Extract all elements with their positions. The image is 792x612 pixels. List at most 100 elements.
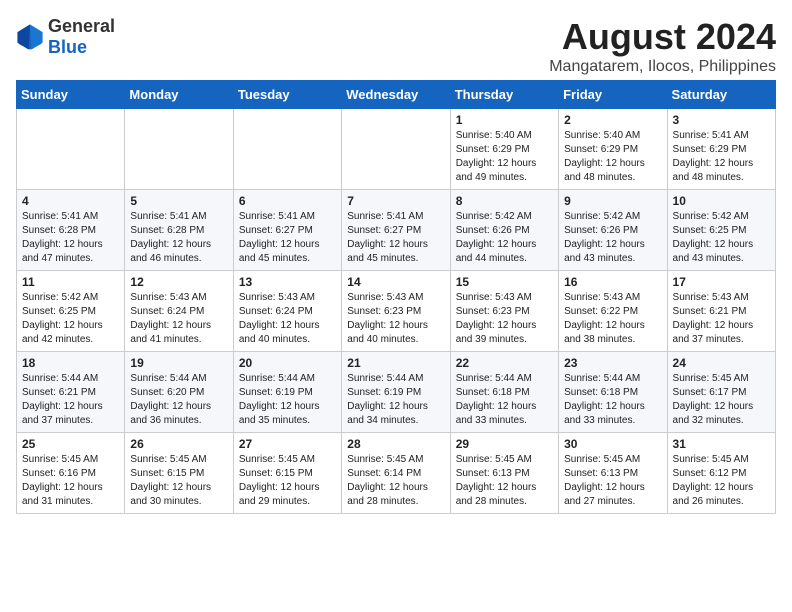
day-info: Sunrise: 5:41 AM Sunset: 6:29 PM Dayligh…: [673, 129, 770, 185]
day-info: Sunrise: 5:44 AM Sunset: 6:18 PM Dayligh…: [564, 372, 661, 428]
calendar-cell: 9Sunrise: 5:42 AM Sunset: 6:26 PM Daylig…: [559, 190, 667, 271]
calendar-week-row: 11 Sunrise: 5:42 AM Sunset: 6:25 PM Dayli…: [17, 271, 776, 352]
day-header-sunday: Sunday: [17, 81, 125, 109]
day-number: 25: [22, 437, 119, 451]
calendar-cell: 1 Sunrise: 5:40 AM Sunset: 6:29 PM Daylig…: [450, 109, 558, 190]
calendar-cell: 20Sunrise: 5:44 AM Sunset: 6:19 PM Dayli…: [233, 352, 341, 433]
day-info: Sunrise: 5:44 AM Sunset: 6:18 PM Dayligh…: [456, 372, 553, 428]
day-number: 8: [456, 194, 553, 208]
day-info: Sunrise: 5:41 AM Sunset: 6:27 PM Dayligh…: [239, 210, 336, 266]
calendar-cell: 18 Sunrise: 5:44 AM Sunset: 6:21 PM Dayli…: [17, 352, 125, 433]
calendar-cell: 31 Sunrise: 5:45 AM Sunset: 6:12 PM Dayli…: [667, 433, 775, 514]
logo-blue: Blue: [48, 37, 87, 57]
calendar-cell: 11 Sunrise: 5:42 AM Sunset: 6:25 PM Dayli…: [17, 271, 125, 352]
day-number: 5: [130, 194, 227, 208]
logo-icon: [16, 23, 44, 51]
day-number: 1: [456, 113, 553, 127]
calendar-cell: 5Sunrise: 5:41 AM Sunset: 6:28 PM Daylig…: [125, 190, 233, 271]
day-info: Sunrise: 5:43 AM Sunset: 6:21 PM Dayligh…: [673, 291, 770, 347]
calendar-cell: 22 Sunrise: 5:44 AM Sunset: 6:18 PM Dayli…: [450, 352, 558, 433]
calendar-week-row: 4Sunrise: 5:41 AM Sunset: 6:28 PM Daylig…: [17, 190, 776, 271]
day-info: Sunrise: 5:43 AM Sunset: 6:23 PM Dayligh…: [347, 291, 444, 347]
day-info: Sunrise: 5:43 AM Sunset: 6:24 PM Dayligh…: [239, 291, 336, 347]
calendar-cell: 24 Sunrise: 5:45 AM Sunset: 6:17 PM Dayli…: [667, 352, 775, 433]
day-header-tuesday: Tuesday: [233, 81, 341, 109]
calendar-week-row: 25 Sunrise: 5:45 AM Sunset: 6:16 PM Dayli…: [17, 433, 776, 514]
day-info: Sunrise: 5:42 AM Sunset: 6:26 PM Dayligh…: [564, 210, 661, 266]
day-number: 15: [456, 275, 553, 289]
day-number: 14: [347, 275, 444, 289]
calendar-header-row: SundayMondayTuesdayWednesdayThursdayFrid…: [17, 81, 776, 109]
day-header-friday: Friday: [559, 81, 667, 109]
day-info: Sunrise: 5:45 AM Sunset: 6:15 PM Dayligh…: [130, 453, 227, 509]
day-number: 26: [130, 437, 227, 451]
day-number: 30: [564, 437, 661, 451]
day-number: 19: [130, 356, 227, 370]
day-number: 16: [564, 275, 661, 289]
day-number: 29: [456, 437, 553, 451]
day-info: Sunrise: 5:45 AM Sunset: 6:16 PM Dayligh…: [22, 453, 119, 509]
calendar-cell: 30 Sunrise: 5:45 AM Sunset: 6:13 PM Dayli…: [559, 433, 667, 514]
calendar-cell: 6 Sunrise: 5:41 AM Sunset: 6:27 PM Daylig…: [233, 190, 341, 271]
day-number: 3: [673, 113, 770, 127]
day-header-saturday: Saturday: [667, 81, 775, 109]
month-title: August 2024: [549, 16, 776, 58]
day-info: Sunrise: 5:41 AM Sunset: 6:27 PM Dayligh…: [347, 210, 444, 266]
day-number: 27: [239, 437, 336, 451]
day-info: Sunrise: 5:40 AM Sunset: 6:29 PM Dayligh…: [456, 129, 553, 185]
logo-text: General Blue: [48, 16, 115, 58]
calendar-cell: 2Sunrise: 5:40 AM Sunset: 6:29 PM Daylig…: [559, 109, 667, 190]
calendar-week-row: 18 Sunrise: 5:44 AM Sunset: 6:21 PM Dayli…: [17, 352, 776, 433]
calendar-cell: 25 Sunrise: 5:45 AM Sunset: 6:16 PM Dayli…: [17, 433, 125, 514]
day-number: 18: [22, 356, 119, 370]
day-info: Sunrise: 5:43 AM Sunset: 6:22 PM Dayligh…: [564, 291, 661, 347]
day-info: Sunrise: 5:42 AM Sunset: 6:25 PM Dayligh…: [673, 210, 770, 266]
day-number: 23: [564, 356, 661, 370]
calendar-cell: 10 Sunrise: 5:42 AM Sunset: 6:25 PM Dayli…: [667, 190, 775, 271]
day-info: Sunrise: 5:45 AM Sunset: 6:17 PM Dayligh…: [673, 372, 770, 428]
day-number: 13: [239, 275, 336, 289]
calendar-cell: [125, 109, 233, 190]
page-header: General Blue August 2024 Mangatarem, Ilo…: [16, 16, 776, 76]
day-number: 31: [673, 437, 770, 451]
day-info: Sunrise: 5:43 AM Sunset: 6:24 PM Dayligh…: [130, 291, 227, 347]
calendar-cell: 19Sunrise: 5:44 AM Sunset: 6:20 PM Dayli…: [125, 352, 233, 433]
calendar-cell: 4Sunrise: 5:41 AM Sunset: 6:28 PM Daylig…: [17, 190, 125, 271]
calendar-cell: 17 Sunrise: 5:43 AM Sunset: 6:21 PM Dayli…: [667, 271, 775, 352]
calendar-week-row: 1 Sunrise: 5:40 AM Sunset: 6:29 PM Daylig…: [17, 109, 776, 190]
calendar-cell: 7 Sunrise: 5:41 AM Sunset: 6:27 PM Daylig…: [342, 190, 450, 271]
calendar-cell: 27Sunrise: 5:45 AM Sunset: 6:15 PM Dayli…: [233, 433, 341, 514]
calendar-cell: [17, 109, 125, 190]
calendar-cell: 21Sunrise: 5:44 AM Sunset: 6:19 PM Dayli…: [342, 352, 450, 433]
day-number: 24: [673, 356, 770, 370]
location-title: Mangatarem, Ilocos, Philippines: [549, 58, 776, 76]
day-number: 11: [22, 275, 119, 289]
day-info: Sunrise: 5:42 AM Sunset: 6:26 PM Dayligh…: [456, 210, 553, 266]
calendar-table: SundayMondayTuesdayWednesdayThursdayFrid…: [16, 80, 776, 514]
logo-general: General: [48, 16, 115, 36]
day-info: Sunrise: 5:41 AM Sunset: 6:28 PM Dayligh…: [22, 210, 119, 266]
calendar-cell: 12Sunrise: 5:43 AM Sunset: 6:24 PM Dayli…: [125, 271, 233, 352]
calendar-cell: 13 Sunrise: 5:43 AM Sunset: 6:24 PM Dayli…: [233, 271, 341, 352]
day-info: Sunrise: 5:45 AM Sunset: 6:12 PM Dayligh…: [673, 453, 770, 509]
day-info: Sunrise: 5:45 AM Sunset: 6:13 PM Dayligh…: [456, 453, 553, 509]
day-number: 10: [673, 194, 770, 208]
day-number: 2: [564, 113, 661, 127]
day-number: 28: [347, 437, 444, 451]
day-number: 7: [347, 194, 444, 208]
day-info: Sunrise: 5:42 AM Sunset: 6:25 PM Dayligh…: [22, 291, 119, 347]
day-number: 6: [239, 194, 336, 208]
day-number: 17: [673, 275, 770, 289]
calendar-cell: 3 Sunrise: 5:41 AM Sunset: 6:29 PM Daylig…: [667, 109, 775, 190]
calendar-cell: 26 Sunrise: 5:45 AM Sunset: 6:15 PM Dayli…: [125, 433, 233, 514]
calendar-cell: 15Sunrise: 5:43 AM Sunset: 6:23 PM Dayli…: [450, 271, 558, 352]
day-info: Sunrise: 5:44 AM Sunset: 6:21 PM Dayligh…: [22, 372, 119, 428]
calendar-cell: [233, 109, 341, 190]
day-info: Sunrise: 5:44 AM Sunset: 6:19 PM Dayligh…: [347, 372, 444, 428]
logo: General Blue: [16, 16, 115, 58]
calendar-cell: 29 Sunrise: 5:45 AM Sunset: 6:13 PM Dayli…: [450, 433, 558, 514]
calendar-cell: 16 Sunrise: 5:43 AM Sunset: 6:22 PM Dayli…: [559, 271, 667, 352]
calendar-cell: 23 Sunrise: 5:44 AM Sunset: 6:18 PM Dayli…: [559, 352, 667, 433]
day-number: 22: [456, 356, 553, 370]
day-info: Sunrise: 5:45 AM Sunset: 6:13 PM Dayligh…: [564, 453, 661, 509]
